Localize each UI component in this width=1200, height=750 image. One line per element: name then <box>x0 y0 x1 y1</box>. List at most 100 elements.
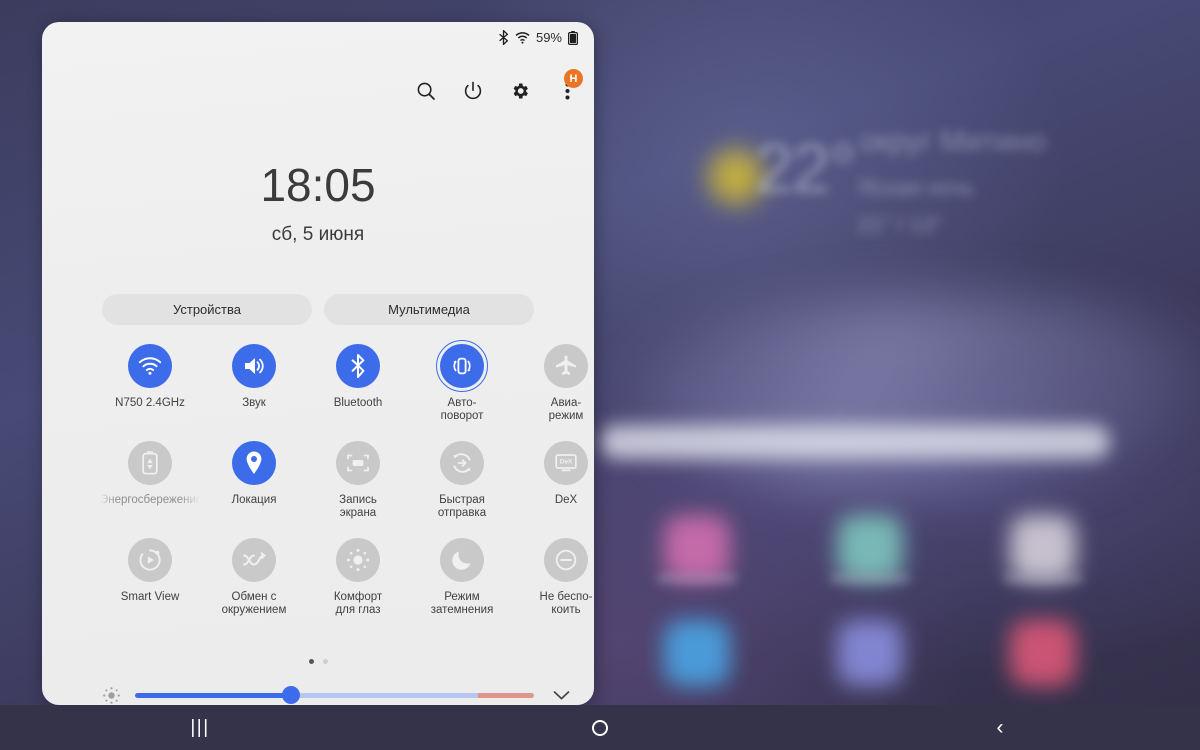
clock-date: сб, 5 июня <box>271 224 365 245</box>
toggle-airplane-mode[interactable]: Авиа- режим <box>514 344 594 423</box>
search-button[interactable] <box>413 78 439 104</box>
power-icon <box>464 81 482 100</box>
toggle-circle <box>544 344 588 388</box>
wifi-icon <box>515 32 530 44</box>
toggle-screen-recorder[interactable]: Запись экрана <box>306 441 410 520</box>
toggle-nearby-share[interactable]: Обмен с окружением <box>202 538 306 617</box>
toggle-label: Smart View <box>120 591 180 603</box>
wallpaper-search-bar <box>600 425 1110 459</box>
wallpaper-weather-temperature: 22° <box>755 129 857 207</box>
toggle-circle <box>232 344 276 388</box>
back-glyph: ‹ <box>996 715 1004 739</box>
wallpaper-app-icon <box>663 514 730 581</box>
toggle-circle <box>336 538 380 582</box>
wallpaper-app-icon <box>663 619 730 686</box>
page-dot[interactable] <box>322 659 328 664</box>
bluetooth-icon <box>499 30 509 45</box>
search-icon <box>417 82 435 100</box>
clock-widget: 18:05 сб, 5 июня <box>42 162 594 246</box>
auto-rotate-icon <box>453 357 471 375</box>
page-dot[interactable] <box>308 659 314 664</box>
recent-apps-glyph: ||| <box>190 716 210 738</box>
toggle-do-not-disturb[interactable]: Не беспо- коить <box>514 538 594 617</box>
toggle-power-saving[interactable]: Энергосбережение <box>98 441 202 520</box>
toggle-circle <box>336 441 380 485</box>
panel-chip-row: Устройства Мультимедиа <box>102 294 534 325</box>
battery-saver-icon <box>142 451 158 475</box>
toggle-label: DeX <box>554 494 578 506</box>
battery-percent-label: 59% <box>535 30 562 45</box>
status-bar: 59% <box>498 30 578 45</box>
power-button[interactable] <box>460 78 486 104</box>
toggle-circle <box>128 538 172 582</box>
wallpaper-weather-condition: Ясная ночь <box>858 175 975 200</box>
eye-comfort-icon <box>346 548 370 572</box>
chevron-down-icon <box>553 690 569 699</box>
home-button[interactable] <box>400 719 800 736</box>
recent-apps-button[interactable]: ||| <box>0 717 400 739</box>
brightness-control-row <box>102 682 574 705</box>
toggle-quick-share[interactable]: Быстрая отправка <box>410 441 514 520</box>
wallpaper-app-icon <box>1010 514 1077 581</box>
toggle-label: Bluetooth <box>333 397 383 409</box>
toggle-dark-mode[interactable]: Режим затемнения <box>410 538 514 617</box>
toggle-wifi[interactable]: N750 2.4GHz <box>98 344 202 423</box>
toggle-eye-comfort[interactable]: Комфорт для глаз <box>306 538 410 617</box>
nearby-share-icon <box>243 552 266 566</box>
settings-button[interactable] <box>507 78 533 104</box>
wallpaper-app-grid <box>610 495 1130 705</box>
expand-panel-button[interactable] <box>548 682 574 705</box>
bluetooth-icon <box>351 354 365 378</box>
toggle-label: Обмен с окружением <box>221 591 287 616</box>
location-pin-icon <box>246 451 262 474</box>
toggle-circle <box>128 441 172 485</box>
toggle-label: Не беспо- коить <box>539 591 593 616</box>
quick-toggle-grid: N750 2.4GHz Звук Bluetooth Авто- поворот… <box>98 340 594 617</box>
sound-icon <box>245 358 264 374</box>
wallpaper-app-label <box>656 573 737 583</box>
toggle-circle <box>232 441 276 485</box>
brightness-slider-thumb[interactable] <box>281 686 300 704</box>
brightness-low-icon <box>103 686 120 704</box>
toggle-auto-rotate[interactable]: Авто- поворот <box>410 340 514 423</box>
toggle-dex[interactable]: DeX DeX <box>514 441 594 520</box>
toggle-circle <box>232 538 276 582</box>
wallpaper-app-icon <box>836 514 903 581</box>
wallpaper-weather-location: округ Митино <box>860 125 1046 158</box>
devices-chip[interactable]: Устройства <box>102 294 312 325</box>
system-navigation-bar: ||| ‹ <box>0 705 1200 750</box>
toggle-sound[interactable]: Звук <box>202 344 306 423</box>
page-indicator <box>42 659 594 664</box>
toggle-circle <box>128 344 172 388</box>
do-not-disturb-icon <box>555 549 577 571</box>
overflow-menu-button[interactable]: H <box>554 69 583 104</box>
toggle-label: Авто- поворот <box>440 397 484 422</box>
toggle-circle <box>436 340 488 392</box>
back-button[interactable]: ‹ <box>800 716 1200 740</box>
wallpaper-app-icon <box>1010 619 1077 686</box>
toggle-label: Быстрая отправка <box>437 494 487 519</box>
media-chip[interactable]: Мультимедиа <box>324 294 534 325</box>
wallpaper-weather-high-low: 21° / 13° <box>858 212 943 237</box>
avatar[interactable]: H <box>564 69 583 88</box>
wallpaper-cloud-band <box>640 300 1200 490</box>
wallpaper-app-label <box>829 573 910 583</box>
brightness-slider[interactable] <box>135 686 534 704</box>
gear-icon <box>513 83 528 99</box>
toggle-label: Энергосбережение <box>100 494 200 506</box>
wallpaper-app-label <box>1003 573 1084 583</box>
battery-icon <box>568 30 578 45</box>
toggle-label: Локация <box>231 494 277 506</box>
toggle-location[interactable]: Локация <box>202 441 306 520</box>
quick-share-icon <box>453 453 471 473</box>
toggle-circle <box>336 344 380 388</box>
clock-time: 18:05 <box>260 159 376 211</box>
toggle-smart-view[interactable]: Smart View <box>98 538 202 617</box>
panel-header-actions: H <box>413 69 583 104</box>
wifi-icon <box>138 357 162 375</box>
svg-text:DeX: DeX <box>560 459 573 466</box>
toggle-bluetooth[interactable]: Bluetooth <box>306 344 410 423</box>
toggle-label: Авиа- режим <box>548 397 584 422</box>
toggle-circle <box>440 441 484 485</box>
wallpaper-app-icon <box>836 619 903 686</box>
